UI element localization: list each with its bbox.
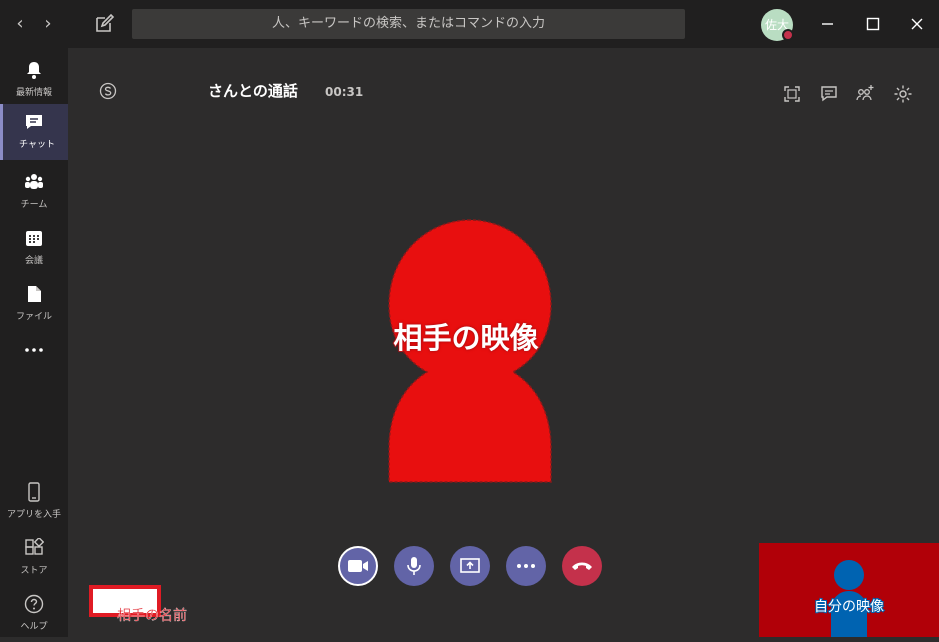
teams-icon: [25, 174, 43, 189]
store-icon: [25, 538, 44, 555]
more-icon: [517, 564, 535, 568]
rail-item-files[interactable]: ファイル: [0, 276, 68, 332]
rail-item-label: チーム: [20, 200, 48, 210]
microphone-icon: [407, 557, 421, 575]
presence-busy-icon: [782, 29, 794, 41]
share-screen-icon: [460, 558, 480, 573]
remote-name-label: 相手の名前: [117, 608, 187, 624]
call-timer: 00:31: [325, 85, 364, 99]
rail-item-teams[interactable]: チーム: [0, 164, 68, 220]
app-rail: 最新情報 チャット チーム 会議 ファイル アプリを入手 ストア ヘルプ: [0, 48, 68, 637]
more-icon: [25, 348, 43, 352]
bell-icon: [27, 62, 41, 79]
back-arrow-icon[interactable]: ‹: [9, 12, 31, 36]
search-input[interactable]: 人、キーワードの検索、またはコマンドの入力: [132, 9, 685, 39]
fullscreen-icon[interactable]: [782, 84, 802, 104]
rail-item-label: 最新情報: [15, 88, 52, 98]
rail-item-more[interactable]: [0, 332, 68, 388]
rail-item-chat[interactable]: チャット: [0, 104, 68, 160]
rail-item-activity[interactable]: 最新情報: [0, 52, 68, 108]
calendar-icon: [26, 231, 42, 246]
minimize-icon[interactable]: [815, 12, 839, 36]
call-title: さんとの通話: [208, 82, 298, 100]
chat-icon: [26, 115, 42, 129]
phone-icon: [28, 482, 40, 502]
rail-item-label: ストア: [20, 566, 48, 576]
call-stage: さんとの通話 00:31 相手の映像 相手の名前 自分の映像: [68, 48, 939, 637]
close-icon[interactable]: [905, 12, 929, 36]
video-toggle-button[interactable]: [338, 546, 378, 586]
forward-arrow-icon[interactable]: ›: [37, 12, 59, 36]
rail-item-get-app[interactable]: アプリを入手: [0, 474, 68, 530]
self-video-label: 自分の映像: [813, 598, 885, 616]
more-options-button[interactable]: [506, 546, 546, 586]
chat-panel-icon[interactable]: [819, 84, 839, 104]
participants-icon[interactable]: [855, 84, 875, 104]
rail-item-help[interactable]: ヘルプ: [0, 586, 68, 642]
compose-icon[interactable]: [92, 12, 116, 36]
rail-item-meetings[interactable]: 会議: [0, 220, 68, 276]
hang-up-button[interactable]: [562, 546, 602, 586]
remote-video-label: 相手の映像: [393, 320, 540, 356]
skype-icon: [99, 82, 117, 100]
file-icon: [28, 286, 41, 302]
rail-item-label: アプリを入手: [6, 510, 61, 520]
share-screen-button[interactable]: [450, 546, 490, 586]
rail-item-store[interactable]: ストア: [0, 530, 68, 586]
help-icon: [24, 594, 44, 614]
maximize-icon[interactable]: [861, 12, 885, 36]
rail-item-label: ファイル: [15, 312, 52, 322]
rail-item-label: ヘルプ: [20, 622, 48, 632]
hang-up-icon: [572, 562, 592, 570]
mic-toggle-button[interactable]: [394, 546, 434, 586]
self-video-preview: 自分の映像: [759, 543, 939, 637]
settings-gear-icon[interactable]: [893, 84, 913, 104]
title-bar: ‹ › 人、キーワードの検索、またはコマンドの入力 佐大: [0, 0, 939, 48]
rail-item-label: チャット: [19, 140, 55, 150]
rail-item-label: 会議: [24, 256, 43, 266]
video-camera-icon: [348, 560, 368, 572]
